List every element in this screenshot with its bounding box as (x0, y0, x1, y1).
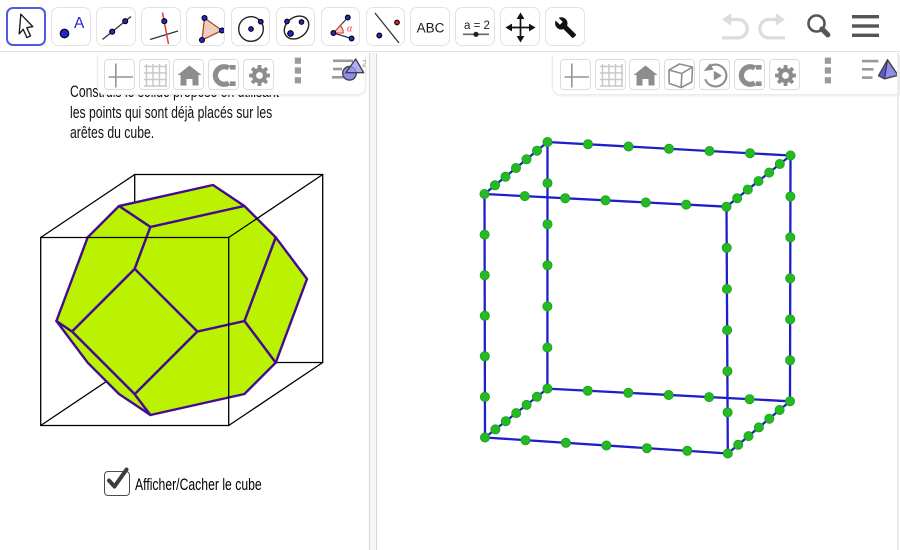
svg-text:A: A (74, 15, 85, 32)
svg-text:α: α (347, 23, 353, 34)
svg-text:ABC: ABC (417, 20, 445, 35)
svg-text:2: 2 (362, 59, 366, 69)
svg-text:a = 2: a = 2 (464, 20, 490, 32)
